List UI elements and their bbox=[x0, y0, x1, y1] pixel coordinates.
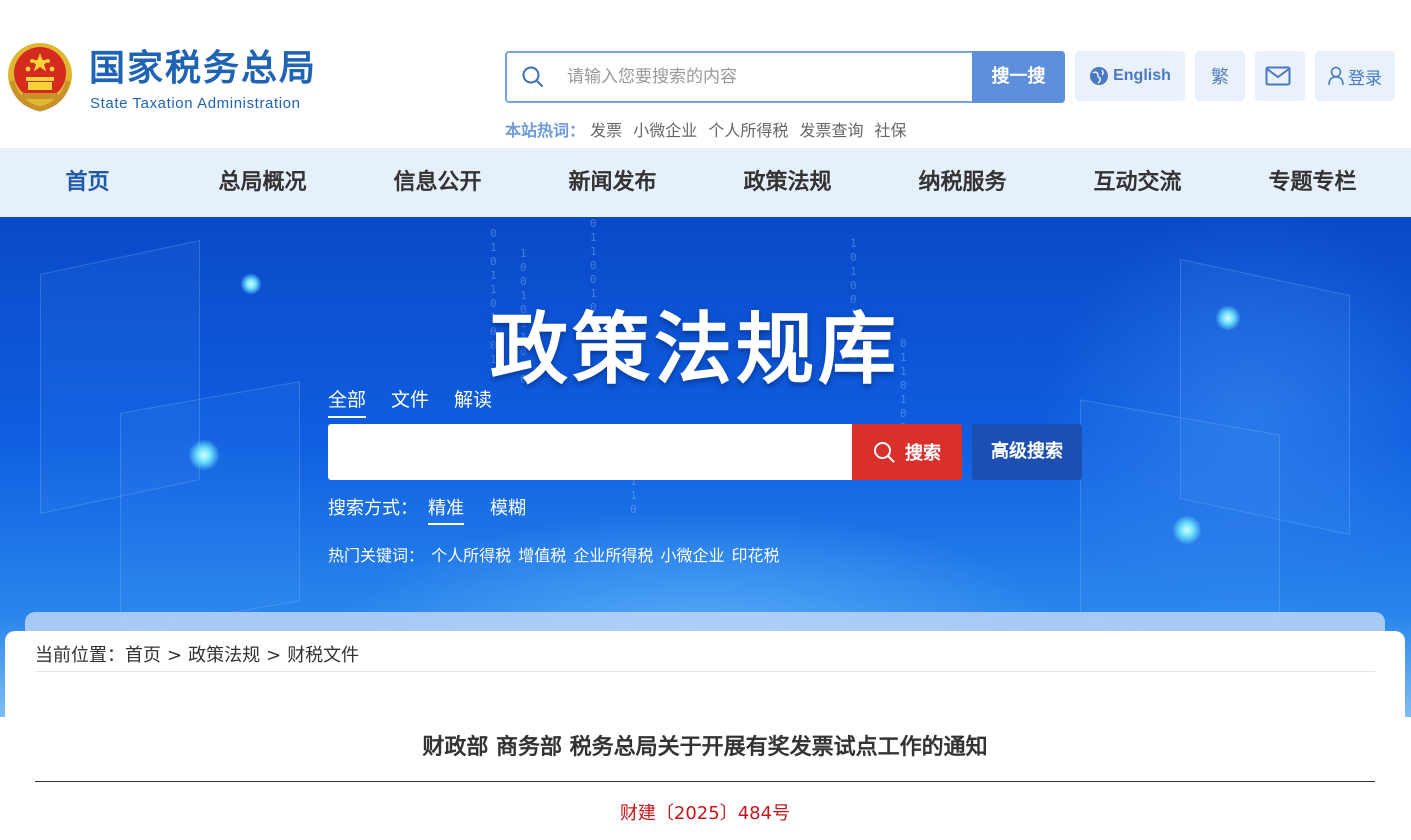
nav-item-home[interactable]: 首页 bbox=[0, 148, 175, 217]
hot-keywords-label: 热门关键词： bbox=[328, 546, 425, 565]
banner-title: 政策法规库 bbox=[490, 304, 901, 395]
hot-word-link[interactable]: 个人所得税 bbox=[708, 121, 788, 140]
search-icon bbox=[874, 442, 895, 463]
hot-words-row: 本站热词： 发票 小微企业 个人所得税 发票查询 社保 bbox=[505, 117, 913, 141]
breadcrumb-separator: > bbox=[266, 645, 282, 666]
content-card: 当前位置：首页 > 政策法规 > 财税文件 财政部 商务部 税务总局关于开展有奖发票试点… bbox=[5, 631, 1405, 840]
breadcrumb-policy[interactable]: 政策法规 bbox=[188, 645, 260, 666]
login-button[interactable]: 登录 bbox=[1315, 51, 1395, 101]
breadcrumb-divider bbox=[35, 671, 1375, 672]
decor-light bbox=[240, 273, 262, 295]
hot-keyword-link[interactable]: 印花税 bbox=[732, 546, 780, 565]
english-label: English bbox=[1113, 67, 1171, 84]
login-label: 登录 bbox=[1348, 68, 1382, 89]
hot-keyword-link[interactable]: 企业所得税 bbox=[573, 546, 653, 565]
breadcrumb: 当前位置：首页 > 政策法规 > 财税文件 bbox=[35, 641, 359, 667]
decor-light bbox=[1172, 515, 1202, 545]
hot-keyword-link[interactable]: 小微企业 bbox=[660, 546, 724, 565]
decor-light bbox=[188, 439, 220, 471]
mail-icon bbox=[1265, 66, 1291, 86]
document-number: 财建〔2025〕484号 bbox=[619, 803, 791, 824]
site-header: 国家税务总局 State Taxation Administration 搜一搜… bbox=[0, 0, 1411, 148]
breadcrumb-current[interactable]: 财税文件 bbox=[287, 645, 359, 666]
search-mode-row: 搜索方式： 精准 模糊 bbox=[328, 494, 552, 525]
site-search-button[interactable]: 搜一搜 bbox=[972, 51, 1065, 103]
hot-word-link[interactable]: 小微企业 bbox=[633, 121, 697, 140]
hot-keyword-link[interactable]: 个人所得税 bbox=[431, 546, 511, 565]
search-type-tabs: 全部 文件 解读 bbox=[328, 385, 517, 418]
decor-light bbox=[1215, 305, 1241, 331]
mail-button[interactable] bbox=[1255, 51, 1305, 101]
policy-search-label: 搜索 bbox=[905, 443, 941, 464]
policy-search-input[interactable] bbox=[328, 424, 852, 480]
mode-exact[interactable]: 精准 bbox=[428, 494, 464, 525]
nav-item-overview[interactable]: 总局概况 bbox=[175, 148, 350, 217]
policy-search-button[interactable]: 搜索 bbox=[852, 424, 962, 480]
search-mode-label: 搜索方式： bbox=[328, 498, 418, 519]
national-emblem-icon[interactable] bbox=[6, 41, 74, 113]
nav-item-policy[interactable]: 政策法规 bbox=[700, 148, 875, 217]
breadcrumb-home[interactable]: 首页 bbox=[125, 645, 161, 666]
english-version-button[interactable]: English bbox=[1075, 51, 1185, 101]
globe-icon bbox=[1090, 67, 1109, 85]
breadcrumb-label: 当前位置： bbox=[35, 645, 125, 666]
search-icon bbox=[522, 66, 543, 87]
document-title: 财政部 商务部 税务总局关于开展有奖发票试点工作的通知 bbox=[422, 735, 988, 760]
tab-documents[interactable]: 文件 bbox=[391, 385, 429, 418]
nav-item-interaction[interactable]: 互动交流 bbox=[1050, 148, 1225, 217]
main-nav: 首页 总局概况 信息公开 新闻发布 政策法规 纳税服务 互动交流 专题专栏 bbox=[0, 148, 1411, 217]
site-search-box: 搜一搜 bbox=[505, 51, 1065, 103]
traditional-chinese-button[interactable]: 繁 bbox=[1195, 51, 1245, 101]
hot-word-link[interactable]: 发票查询 bbox=[799, 121, 863, 140]
hot-word-link[interactable]: 社保 bbox=[875, 121, 907, 140]
user-icon bbox=[1328, 66, 1344, 86]
tab-all[interactable]: 全部 bbox=[328, 385, 367, 418]
hot-word-link[interactable]: 发票 bbox=[590, 121, 622, 140]
nav-item-topics[interactable]: 专题专栏 bbox=[1225, 148, 1400, 217]
title-divider bbox=[35, 781, 1375, 782]
decor-binary-column: 0110101 bbox=[900, 337, 907, 434]
site-name-english[interactable]: State Taxation Administration bbox=[90, 95, 301, 112]
site-search-input[interactable] bbox=[567, 61, 967, 93]
mode-fuzzy[interactable]: 模糊 bbox=[490, 494, 526, 525]
hot-words-label: 本站热词： bbox=[505, 121, 586, 140]
decor-panel bbox=[120, 381, 300, 633]
site-name-chinese[interactable]: 国家税务总局 bbox=[89, 46, 317, 90]
hot-keyword-link[interactable]: 增值税 bbox=[518, 546, 566, 565]
nav-item-tax-service[interactable]: 纳税服务 bbox=[875, 148, 1050, 217]
nav-item-news[interactable]: 新闻发布 bbox=[525, 148, 700, 217]
hot-keywords-row: 热门关键词： 个人所得税 增值税 企业所得税 小微企业 印花税 bbox=[328, 542, 782, 566]
advanced-search-button[interactable]: 高级搜索 bbox=[972, 424, 1082, 480]
nav-item-disclosure[interactable]: 信息公开 bbox=[350, 148, 525, 217]
breadcrumb-separator: > bbox=[167, 645, 183, 666]
tab-interpretations[interactable]: 解读 bbox=[454, 385, 492, 418]
